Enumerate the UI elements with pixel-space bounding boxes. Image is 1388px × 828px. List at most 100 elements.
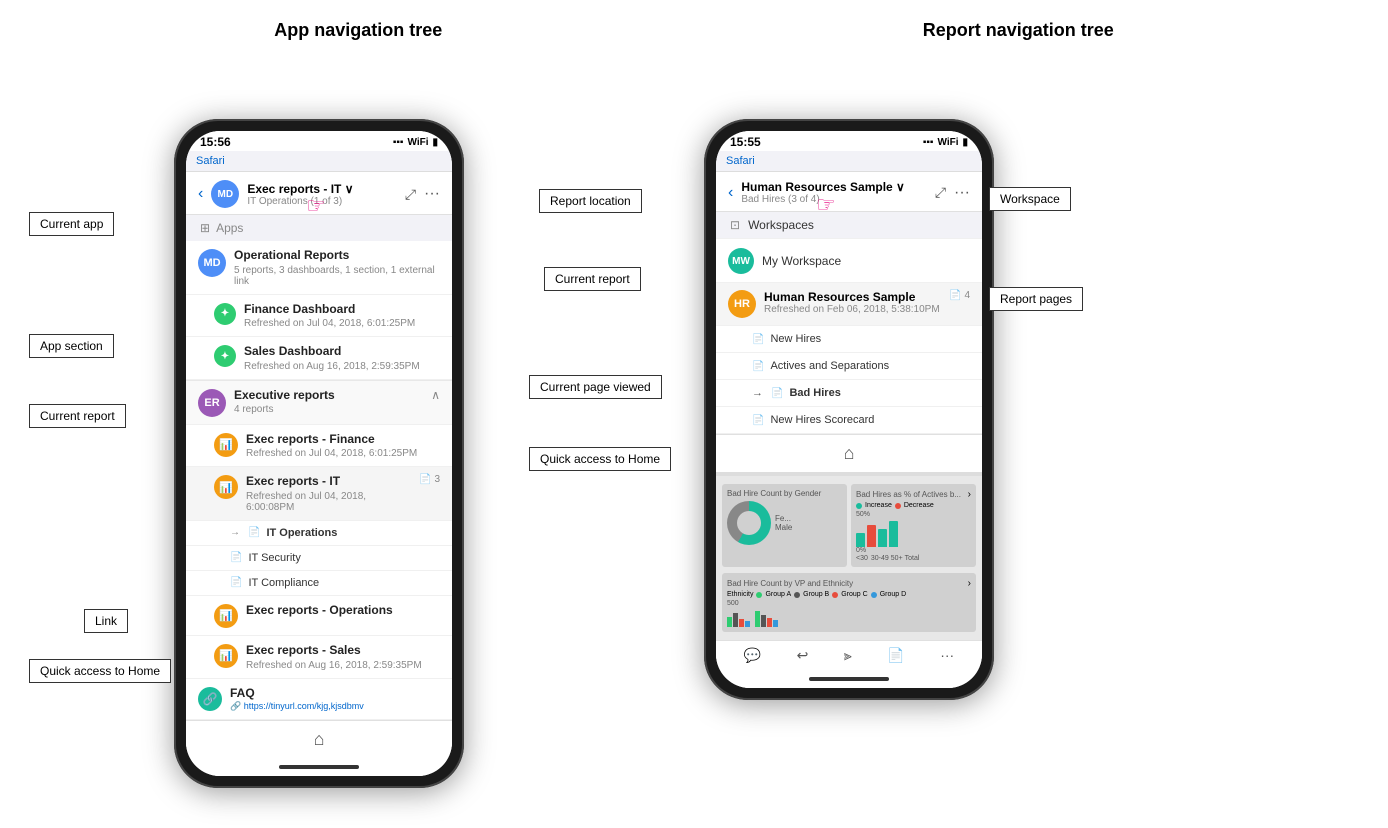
right-back-btn[interactable]: ‹ bbox=[728, 184, 733, 202]
battery-icon: ▮ bbox=[432, 137, 438, 148]
ann-home-right: Quick access to Home bbox=[529, 447, 671, 471]
new-hires-scorecard-page[interactable]: 📄 New Hires Scorecard bbox=[716, 407, 982, 434]
more-icon[interactable]: ··· bbox=[424, 185, 440, 203]
exec-sales-icon: 📊 bbox=[214, 644, 238, 668]
toolbar-page-icon[interactable]: 📄 bbox=[887, 647, 904, 664]
right-nav-subtitle: Bad Hires (3 of 4) bbox=[741, 194, 926, 205]
apps-header: ⊞ Apps bbox=[186, 215, 452, 241]
it-operations-icon: 📄 bbox=[248, 527, 260, 538]
left-section-title: App navigation tree bbox=[274, 20, 442, 41]
right-home-btn[interactable]: ⌂ bbox=[844, 443, 855, 464]
right-home-bar: ⌂ bbox=[716, 434, 982, 472]
ann-current-page: Current page viewed bbox=[529, 375, 662, 399]
r-expand-icon[interactable]: ⤢ bbox=[935, 184, 946, 201]
bad-hires-arrow: → bbox=[752, 387, 763, 399]
ann-app-section: App section bbox=[29, 334, 114, 358]
exec-finance-icon: 📊 bbox=[214, 433, 238, 457]
left-safari-label: Safari bbox=[196, 155, 225, 167]
ann-current-report-right: Current report bbox=[544, 267, 641, 291]
toolbar-undo-icon[interactable]: ↩ bbox=[797, 647, 809, 664]
fe-label: Fe... bbox=[775, 514, 792, 523]
new-hires-icon: 📄 bbox=[752, 334, 764, 345]
signal-icon: ▪▪▪ bbox=[393, 137, 404, 148]
bad-hires-page[interactable]: → 📄 Bad Hires bbox=[716, 380, 982, 407]
new-hires-page[interactable]: 📄 New Hires bbox=[716, 326, 982, 353]
faq-link-item[interactable]: 🔗 FAQ 🔗 https://tinyurl.com/kjg,kjsdbmv bbox=[186, 679, 452, 721]
ann-current-app: Current app bbox=[29, 212, 114, 236]
right-section-title: Report navigation tree bbox=[923, 20, 1114, 41]
left-home-bar: ⌂ bbox=[186, 720, 452, 758]
left-bottom-bar bbox=[186, 758, 452, 776]
ann-report-location: Report location bbox=[539, 189, 642, 213]
wifi-icon: WiFi bbox=[407, 137, 428, 148]
right-time: 15:55 bbox=[730, 135, 761, 149]
current-page-arrow: → bbox=[230, 527, 240, 538]
chart3-title: Bad Hire Count by VP and Ethnicity bbox=[727, 579, 853, 588]
chart1-title: Bad Hire Count by Gender bbox=[727, 489, 842, 498]
operational-reports-item[interactable]: MD Operational Reports 5 reports, 3 dash… bbox=[186, 241, 452, 295]
ann-home-left: Quick access to Home bbox=[29, 659, 171, 683]
finance-icon: ✦ bbox=[214, 303, 236, 325]
left-status-bar: 15:56 ▪▪▪ WiFi ▮ bbox=[186, 131, 452, 151]
left-safari-bar: Safari bbox=[186, 151, 452, 172]
exec-it-icon: 📊 bbox=[214, 475, 238, 499]
expand-icon[interactable]: ⤢ bbox=[405, 186, 416, 203]
actives-separations-page[interactable]: 📄 Actives and Separations bbox=[716, 353, 982, 380]
it-compliance-icon: 📄 bbox=[230, 577, 242, 588]
r-signal-icon: ▪▪▪ bbox=[923, 137, 934, 148]
workspaces-header-item: ⊡ Workspaces bbox=[716, 212, 982, 239]
left-bottom-indicator bbox=[279, 765, 359, 769]
left-nav-subtitle: IT Operations (1 of 3) bbox=[247, 196, 396, 207]
left-home-btn[interactable]: ⌂ bbox=[314, 729, 325, 750]
my-workspace-label: My Workspace bbox=[762, 254, 841, 268]
r-battery-icon: ▮ bbox=[962, 137, 968, 148]
executive-reports-section[interactable]: ER Executive reports 4 reports ∧ bbox=[186, 380, 452, 425]
chart3-arrow[interactable]: › bbox=[968, 578, 971, 589]
scorecard-icon: 📄 bbox=[752, 415, 764, 426]
ann-report-pages: Report pages bbox=[989, 287, 1083, 311]
sales-icon: ✦ bbox=[214, 345, 236, 367]
ann-current-report-left: Current report bbox=[29, 404, 126, 428]
decrease-label: Decrease bbox=[904, 502, 934, 509]
ann-workspace: Workspace bbox=[989, 187, 1071, 211]
it-security-page[interactable]: 📄 IT Security bbox=[186, 546, 452, 571]
finance-dashboard-item[interactable]: ✦ Finance Dashboard Refreshed on Jul 04,… bbox=[186, 295, 452, 338]
left-time: 15:56 bbox=[200, 135, 231, 149]
actives-icon: 📄 bbox=[752, 361, 764, 372]
exec-sales-item[interactable]: 📊 Exec reports - Sales Refreshed on Aug … bbox=[186, 636, 452, 679]
chart2-arrow[interactable]: › bbox=[968, 489, 971, 500]
left-app-nav-bar[interactable]: ‹ MD Exec reports - IT ∨ IT Operations (… bbox=[186, 172, 452, 215]
toolbar-comment-icon[interactable]: 💬 bbox=[744, 647, 761, 664]
increase-label: Increase bbox=[865, 502, 892, 509]
right-safari-label: Safari bbox=[726, 155, 755, 167]
section-expand-icon[interactable]: ∧ bbox=[431, 388, 440, 402]
right-bottom-toolbar: 💬 ↩ ⫸ 📄 ··· bbox=[716, 640, 982, 670]
it-operations-page[interactable]: → 📄 IT Operations bbox=[186, 521, 452, 546]
right-nav-list: ⊡ Workspaces MW My Workspace HR H bbox=[716, 212, 982, 640]
my-workspace-item[interactable]: MW My Workspace bbox=[716, 239, 982, 283]
r-more-icon[interactable]: ··· bbox=[954, 184, 970, 202]
er-icon: ER bbox=[198, 389, 226, 417]
toolbar-more-icon[interactable]: ··· bbox=[940, 647, 954, 664]
toolbar-filter-icon[interactable]: ⫸ bbox=[844, 647, 852, 664]
sales-dashboard-item[interactable]: ✦ Sales Dashboard Refreshed on Aug 16, 2… bbox=[186, 337, 452, 380]
left-nav-list: ⊞ Apps MD Operational Reports 5 reports,… bbox=[186, 215, 452, 720]
bad-hires-icon: 📄 bbox=[771, 388, 783, 399]
it-compliance-page[interactable]: 📄 IT Compliance bbox=[186, 571, 452, 596]
exec-it-item[interactable]: 📊 Exec reports - IT Refreshed on Jul 04,… bbox=[186, 467, 452, 521]
right-bottom-bar bbox=[716, 670, 982, 688]
left-back-btn[interactable]: ‹ bbox=[198, 185, 203, 203]
right-app-nav-bar[interactable]: ‹ Human Resources Sample ∨ Bad Hires (3 … bbox=[716, 172, 982, 212]
left-phone-frame: 15:56 ▪▪▪ WiFi ▮ Safari ‹ bbox=[174, 119, 464, 788]
exec-ops-item[interactable]: 📊 Exec reports - Operations bbox=[186, 596, 452, 636]
exec-finance-item[interactable]: 📊 Exec reports - Finance Refreshed on Ju… bbox=[186, 425, 452, 468]
left-nav-avatar: MD bbox=[211, 180, 239, 208]
hr-icon: HR bbox=[728, 290, 756, 318]
it-security-icon: 📄 bbox=[230, 552, 242, 563]
right-phone-frame: 15:55 ▪▪▪ WiFi ▮ Safari ‹ bbox=[704, 119, 994, 700]
hr-sample-item[interactable]: HR Human Resources Sample Refreshed on F… bbox=[716, 283, 982, 326]
right-status-bar: 15:55 ▪▪▪ WiFi ▮ bbox=[716, 131, 982, 151]
right-safari-bar: Safari bbox=[716, 151, 982, 172]
mw-icon: MW bbox=[728, 248, 754, 274]
ethnicity-label: Ethnicity bbox=[727, 591, 753, 598]
